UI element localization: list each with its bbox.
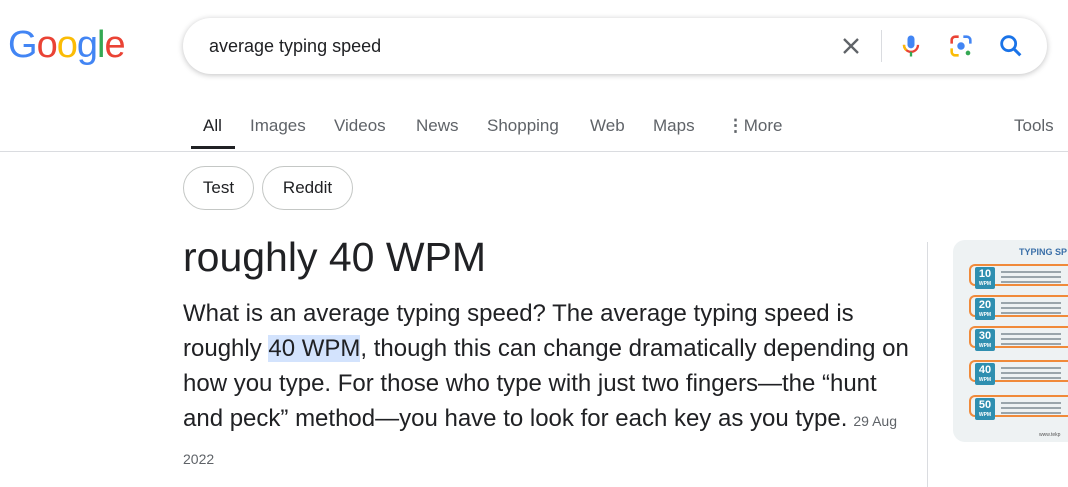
thumbnail-title: TYPING SP <box>1019 247 1068 257</box>
thumbnail-badge: 30 WPM <box>975 329 995 351</box>
search-input[interactable] <box>209 34 809 58</box>
tab-web[interactable]: Web <box>590 116 625 136</box>
badge-unit: WPM <box>978 412 992 418</box>
badge-unit: WPM <box>978 377 992 383</box>
tab-videos[interactable]: Videos <box>334 116 386 136</box>
badge-value: 10 <box>978 268 992 280</box>
thumbnail-text-lines <box>1001 367 1061 381</box>
logo-letter: g <box>76 24 98 66</box>
mic-icon[interactable] <box>897 32 925 60</box>
search-divider <box>881 30 882 62</box>
close-icon[interactable] <box>837 32 865 60</box>
google-logo[interactable]: Google <box>8 24 126 67</box>
search-tabs: All Images Videos News Shopping Web Maps… <box>0 104 1068 152</box>
logo-letter: G <box>8 24 38 66</box>
tab-more[interactable]: ⋮ More <box>727 116 782 136</box>
thumbnail-badge: 40 WPM <box>975 363 995 385</box>
tab-more-label: More <box>743 116 783 135</box>
chip-reddit[interactable]: Reddit <box>262 166 353 210</box>
tabs-divider <box>0 151 1068 152</box>
featured-answer-title: roughly 40 WPM <box>183 234 487 280</box>
badge-unit: WPM <box>978 343 992 349</box>
logo-letter: l <box>96 24 106 66</box>
featured-snippet: What is an average typing speed? The ave… <box>183 296 913 477</box>
more-vert-icon: ⋮ <box>727 116 744 135</box>
badge-value: 50 <box>978 399 992 411</box>
thumbnail-badge: 10 WPM <box>975 267 995 289</box>
logo-letter: o <box>36 24 58 66</box>
tab-maps[interactable]: Maps <box>653 116 695 136</box>
search-box <box>183 18 1047 74</box>
thumbnail-text-lines <box>1001 402 1061 416</box>
badge-unit: WPM <box>978 312 992 318</box>
search-icon[interactable] <box>997 32 1025 60</box>
thumbnail-footer: www.tekp <box>1039 432 1061 438</box>
badge-value: 20 <box>978 299 992 311</box>
logo-letter: o <box>56 24 78 66</box>
badge-value: 30 <box>978 330 992 342</box>
tab-news[interactable]: News <box>416 116 459 136</box>
thumbnail-text-lines <box>1001 333 1061 347</box>
badge-unit: WPM <box>978 281 992 287</box>
active-tab-indicator <box>191 146 235 149</box>
logo-letter: e <box>104 24 125 66</box>
thumbnail-badge: 50 WPM <box>975 398 995 420</box>
tools-button[interactable]: Tools <box>1014 116 1054 136</box>
chip-test[interactable]: Test <box>183 166 254 210</box>
tab-shopping[interactable]: Shopping <box>487 116 559 136</box>
tab-images[interactable]: Images <box>250 116 306 136</box>
thumbnail-text-lines <box>1001 271 1061 285</box>
thumbnail-badge: 20 WPM <box>975 298 995 320</box>
lens-icon[interactable] <box>947 32 975 60</box>
badge-value: 40 <box>978 364 992 376</box>
column-divider <box>927 242 928 487</box>
thumbnail-text-lines <box>1001 302 1061 316</box>
snippet-highlight: 40 WPM <box>268 335 361 362</box>
tab-all[interactable]: All <box>203 116 222 136</box>
result-thumbnail[interactable]: TYPING SP 10 WPM 20 WPM 30 WPM 40 WPM 50 WPM … <box>953 240 1068 442</box>
